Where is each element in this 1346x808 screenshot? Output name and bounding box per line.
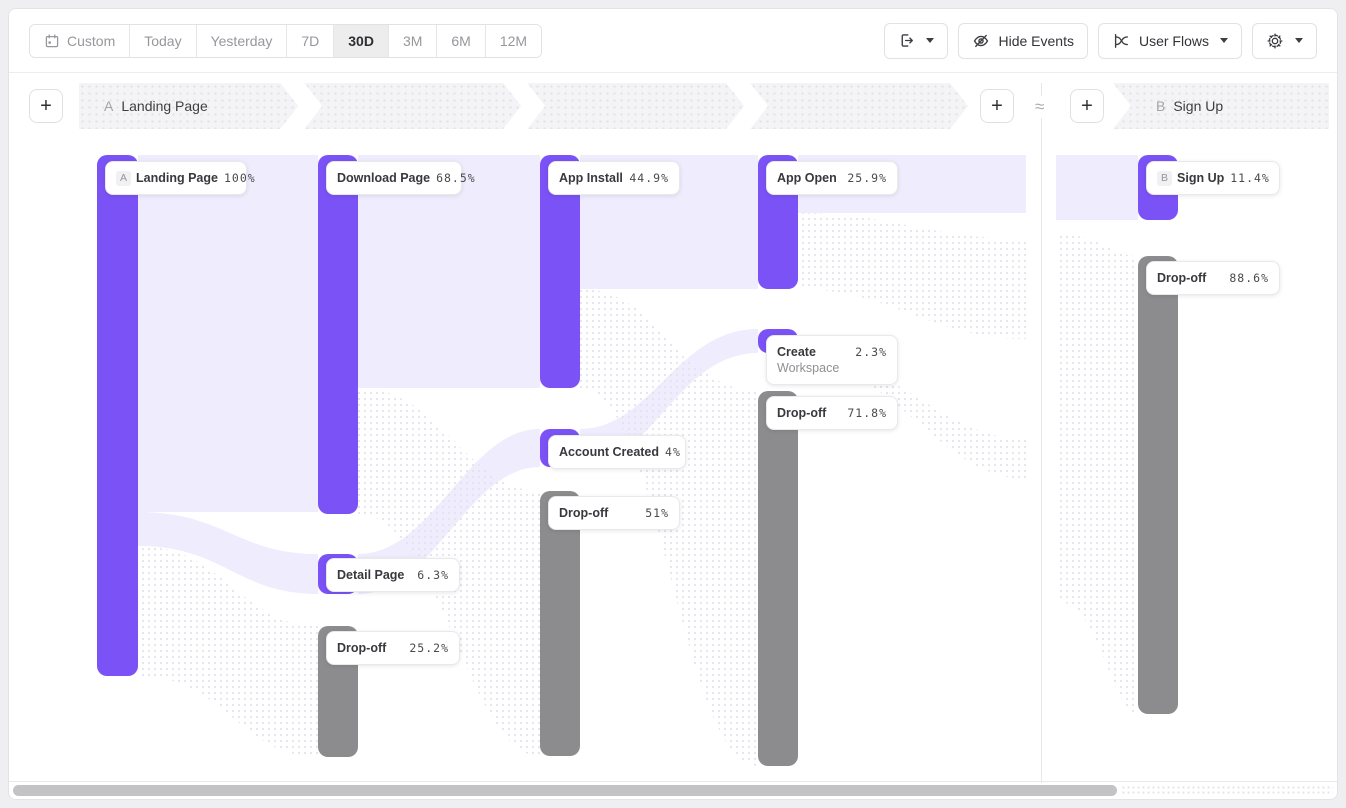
export-button[interactable]	[884, 23, 948, 59]
node-card-app-install[interactable]: App Install 44.9%	[548, 161, 680, 195]
hide-events-label: Hide Events	[999, 33, 1074, 49]
node-card-app-open[interactable]: App Open 25.9%	[766, 161, 898, 195]
eye-off-icon	[972, 32, 990, 50]
settings-button[interactable]	[1252, 23, 1317, 59]
horizontal-scrollbar-track[interactable]	[1121, 785, 1333, 796]
toolbar-actions: Hide Events User Flows	[884, 23, 1318, 59]
date-range-7d[interactable]: 7D	[286, 25, 333, 57]
node-card-account-created[interactable]: Account Created 4%	[548, 435, 686, 469]
node-bar-dropoff-sign-up[interactable]	[1138, 256, 1178, 714]
chevron-down-icon	[1220, 38, 1228, 43]
node-bar-dropoff-step4[interactable]	[758, 391, 798, 766]
node-card-sign-up[interactable]: BSign Up 11.4%	[1146, 161, 1280, 195]
approx-break-symbol: ≈	[1033, 96, 1046, 118]
horizontal-scrollbar-thumb[interactable]	[13, 785, 1117, 796]
node-card-dropoff-sign-up[interactable]: Drop-off 88.6%	[1146, 261, 1280, 295]
date-range-yesterday[interactable]: Yesterday	[196, 25, 287, 57]
hide-events-button[interactable]: Hide Events	[958, 23, 1088, 59]
date-range-12m[interactable]: 12M	[485, 25, 541, 57]
date-range-today[interactable]: Today	[129, 25, 195, 57]
node-bar-landing-page[interactable]	[97, 155, 138, 676]
node-bar-download-page[interactable]	[318, 155, 358, 514]
node-card-dropoff-step2[interactable]: Drop-off 25.2%	[326, 631, 460, 665]
node-card-dropoff-step4[interactable]: Drop-off 71.8%	[766, 396, 898, 430]
user-flows-label: User Flows	[1139, 33, 1209, 49]
series-badge: A	[116, 171, 131, 186]
node-card-landing-page[interactable]: ALanding Page 100%	[105, 161, 247, 195]
node-card-detail-page[interactable]: Detail Page 6.3%	[326, 558, 460, 592]
series-badge: B	[1157, 171, 1172, 186]
flows-chart-icon	[1112, 32, 1130, 50]
node-card-dropoff-step3[interactable]: Drop-off 51%	[548, 496, 680, 530]
user-flows-button[interactable]: User Flows	[1098, 23, 1242, 59]
chevron-down-icon	[1295, 38, 1303, 43]
date-range-6m[interactable]: 6M	[436, 25, 484, 57]
app-window: Custom Today Yesterday 7D 30D 3M 6M 12M	[8, 8, 1338, 800]
date-range-30d[interactable]: 30D	[333, 25, 388, 57]
toolbar: Custom Today Yesterday 7D 30D 3M 6M 12M	[9, 9, 1337, 73]
node-card-create-workspace[interactable]: CreateWorkspace 2.3%	[766, 335, 898, 385]
gear-icon	[1266, 32, 1284, 50]
calendar-icon	[44, 33, 60, 49]
date-range-selector: Custom Today Yesterday 7D 30D 3M 6M 12M	[29, 24, 542, 58]
chevron-down-icon	[926, 38, 934, 43]
export-icon	[898, 32, 915, 49]
node-bar-dropoff-step3[interactable]	[540, 491, 580, 756]
date-range-custom[interactable]: Custom	[30, 25, 129, 57]
date-range-label: Custom	[67, 33, 115, 49]
flow-canvas: + ALanding Page + ≈ + BSign Up	[9, 73, 1337, 799]
node-card-download-page[interactable]: Download Page 68.5%	[326, 161, 462, 195]
date-range-3m[interactable]: 3M	[388, 25, 436, 57]
